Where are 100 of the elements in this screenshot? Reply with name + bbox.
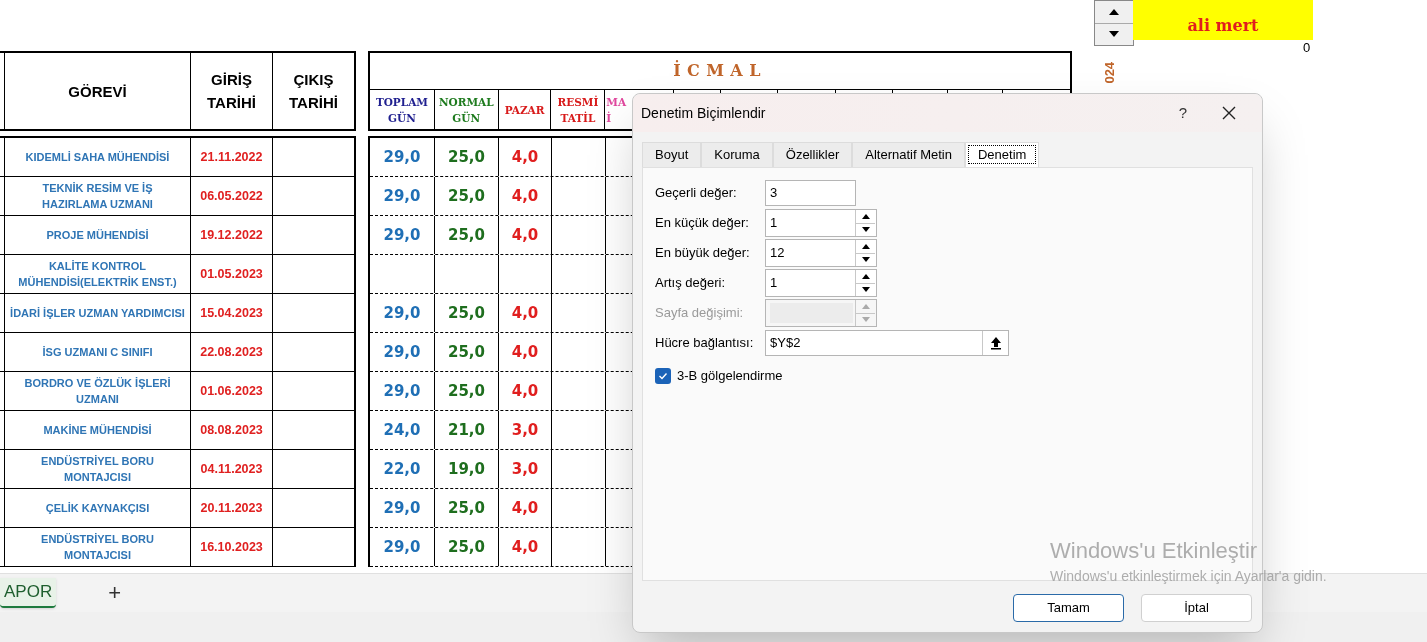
table-cell-text: 29,0 <box>383 146 421 168</box>
help-button[interactable]: ? <box>1160 98 1206 128</box>
cancel-button[interactable]: İptal <box>1141 594 1252 622</box>
table-cell-text: 25,0 <box>448 536 485 558</box>
table-cell-text: 29,0 <box>383 224 421 246</box>
table-cell: 20.11.2023 <box>191 489 273 527</box>
table-cell: İDARİ İŞLER UZMAN YARDIMCISI <box>5 294 191 332</box>
spin-up-icon[interactable] <box>861 243 870 249</box>
table-cell-text: 29,0 <box>383 497 421 519</box>
table-cell-text: 4,0 <box>511 185 539 207</box>
dialog-tab[interactable]: Denetim <box>964 142 1040 167</box>
table-cell-text: 21,0 <box>448 419 485 441</box>
down-arrow-icon <box>1109 31 1119 38</box>
column-header: MA İ <box>606 94 627 126</box>
spin-up-icon[interactable] <box>861 273 870 279</box>
table-cell: ÇELİK KAYNAKÇISI <box>5 489 191 527</box>
table-cell: ENDÜSTRİYEL BORU MONTAJCISI <box>5 450 191 488</box>
column-header: TOPLAM GÜN <box>374 94 429 126</box>
spinner-control[interactable] <box>1094 0 1134 46</box>
table-cell: BORDRO VE ÖZLÜK İŞLERİ UZMANI <box>5 372 191 410</box>
year-label: 024 <box>1101 62 1119 84</box>
close-icon <box>1222 106 1236 120</box>
table-cell-text: 25,0 <box>448 224 485 246</box>
table-cell: 01.05.2023 <box>191 255 273 293</box>
column-header: RESMİ TATİL <box>556 94 600 126</box>
table-cell-text: 29,0 <box>383 185 421 207</box>
table-cell-text: 4,0 <box>511 536 539 558</box>
table-cell: 21.11.2022 <box>191 138 273 176</box>
field-label: En büyük değer: <box>655 244 751 263</box>
spin-down-icon[interactable] <box>861 287 870 293</box>
table-cell: 15.04.2023 <box>191 294 273 332</box>
dialog-tab[interactable]: Alternatif Metin <box>852 142 965 167</box>
field-label: Artış değeri: <box>655 274 727 293</box>
column-header: PAZAR <box>504 102 545 118</box>
table-cell-text: 4,0 <box>511 497 539 519</box>
table-cell-text: 25,0 <box>448 146 485 168</box>
spin-field[interactable]: 1 <box>765 209 877 237</box>
cell-reference-field[interactable]: $Y$2 <box>765 330 1009 356</box>
dialog-tab[interactable]: Boyut <box>642 142 702 167</box>
table-cell: 04.11.2023 <box>191 450 273 488</box>
table-cell: TEKNİK RESİM VE İŞ HAZIRLAMA UZMANI <box>5 177 191 215</box>
table-cell-text: 29,0 <box>383 302 421 324</box>
checkbox-label: 3-B gölgelendirme <box>677 367 783 385</box>
table-cell: 01.06.2023 <box>191 372 273 410</box>
column-header: NORMAL GÜN <box>437 94 495 126</box>
table-cell-text: 22,0 <box>383 458 421 480</box>
spin-down-icon[interactable] <box>861 227 870 233</box>
table-cell: 19.12.2022 <box>191 216 273 254</box>
dialog-tab[interactable]: Koruma <box>701 142 773 167</box>
table-cell-text: 25,0 <box>448 302 485 324</box>
table-cell-text: 4,0 <box>511 380 539 402</box>
cell-value: 0 <box>1303 40 1311 55</box>
column-header: GİRİŞ TARİHİ <box>191 53 273 129</box>
spin-up-icon[interactable] <box>861 213 870 219</box>
ok-button[interactable]: Tamam <box>1013 594 1124 622</box>
activation-message: Windows'u etkinleştirmek için Ayarlar'a gidin. <box>1050 567 1327 586</box>
table-cell-text: 4,0 <box>511 224 539 246</box>
table-cell-text: 25,0 <box>448 341 485 363</box>
spin-field[interactable]: 1 <box>765 269 877 297</box>
table-cell-text: 3,0 <box>511 458 539 480</box>
add-sheet-button[interactable]: + <box>108 582 122 604</box>
table-cell: İSG UZMANI C SINIFI <box>5 333 191 371</box>
table-cell: 16.10.2023 <box>191 528 273 566</box>
table-cell: ENDÜSTRİYEL BORU MONTAJCISI <box>5 528 191 566</box>
field-label: Geçerli değer: <box>655 184 738 203</box>
sheet-tab[interactable]: APOR <box>0 578 57 608</box>
table-cell-text: 25,0 <box>448 497 485 519</box>
table-cell: PROJE MÜHENDİSİ <box>5 216 191 254</box>
dialog-tab[interactable]: Özellikler <box>772 142 853 167</box>
input-field[interactable]: 3 <box>765 180 856 206</box>
table-cell: 06.05.2022 <box>191 177 273 215</box>
table-cell: KIDEMLİ SAHA MÜHENDİSİ <box>5 138 191 176</box>
table-cell-text: 4,0 <box>511 302 539 324</box>
table-cell-text: 29,0 <box>383 341 421 363</box>
spin-down-icon[interactable] <box>861 257 870 263</box>
spin-field[interactable]: 12 <box>765 239 877 267</box>
name-cell: ali mert <box>1133 0 1313 40</box>
check-icon <box>658 370 668 381</box>
up-arrow-icon <box>1109 8 1119 15</box>
table-cell: 08.08.2023 <box>191 411 273 449</box>
table-cell-text: 4,0 <box>511 146 539 168</box>
table-cell-text: 29,0 <box>383 380 421 402</box>
field-label: En küçük değer: <box>655 214 750 233</box>
field-label: Hücre bağlantısı: <box>655 334 755 353</box>
table-cell: KALİTE KONTROL MÜHENDİSİ(ELEKTRİK ENST.) <box>5 255 191 293</box>
table-cell-text: 3,0 <box>511 419 539 441</box>
table-cell: 22.08.2023 <box>191 333 273 371</box>
activation-title: Windows'u Etkinleştir <box>1050 537 1259 565</box>
table-cell: MAKİNE MÜHENDİSİ <box>5 411 191 449</box>
table-title: İCMAL <box>370 53 1070 90</box>
field-label: Sayfa değişimi: <box>655 304 745 323</box>
table-cell-text: 29,0 <box>383 536 421 558</box>
table-cell-text: 4,0 <box>511 341 539 363</box>
table-cell-text: 25,0 <box>448 185 485 207</box>
table-cell-text: 24,0 <box>383 419 421 441</box>
column-header: ÇIKIŞ TARİHİ <box>288 70 339 113</box>
table-cell-text: 19,0 <box>448 458 485 480</box>
table-cell-text: 25,0 <box>448 380 485 402</box>
column-header: GÖREVİ <box>5 53 191 129</box>
checkbox[interactable] <box>655 367 671 384</box>
